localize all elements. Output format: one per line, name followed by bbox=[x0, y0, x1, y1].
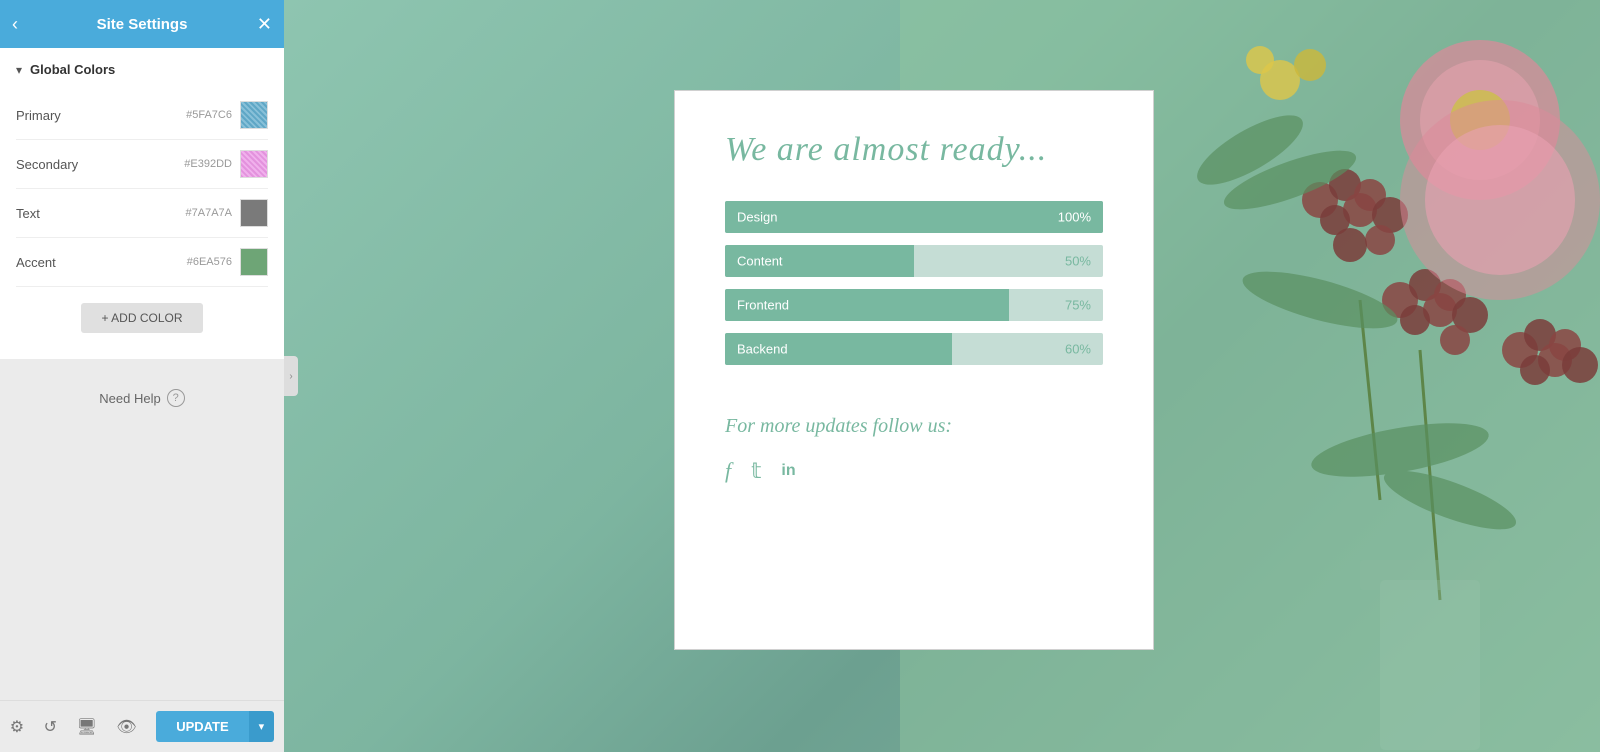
add-color-button[interactable]: + ADD COLOR bbox=[81, 303, 202, 333]
color-label-text: Text bbox=[16, 206, 186, 221]
progress-section: Design 100% Content 50% Fron bbox=[725, 201, 1103, 365]
progress-bar-bg-frontend: Frontend 75% bbox=[725, 289, 1103, 321]
linkedin-icon[interactable]: in bbox=[781, 462, 795, 480]
progress-item-backend: Backend 60% bbox=[725, 333, 1103, 365]
panel-footer: ⚙ ↺ 🖥 👁 UPDATE ▾ bbox=[0, 700, 284, 752]
close-button[interactable]: ✕ bbox=[257, 14, 272, 35]
facebook-icon[interactable]: f bbox=[725, 458, 731, 484]
progress-pct-design: 100% bbox=[1058, 210, 1091, 225]
panel-content: ▾ Global Colors Primary #5FA7C6 Secondar… bbox=[0, 48, 284, 359]
progress-item-frontend: Frontend 75% bbox=[725, 289, 1103, 321]
color-swatch-primary[interactable] bbox=[240, 101, 268, 129]
card-subtitle: For more updates follow us: bbox=[725, 415, 1103, 438]
card-content: We are almost ready... Design 100% Conte… bbox=[674, 90, 1154, 650]
site-preview-card: We are almost ready... Design 100% Conte… bbox=[674, 90, 1154, 650]
progress-bar-fill-design bbox=[725, 201, 1103, 233]
color-swatch-secondary[interactable] bbox=[240, 150, 268, 178]
color-hex-primary: #5FA7C6 bbox=[186, 109, 232, 121]
progress-pct-content: 50% bbox=[1065, 254, 1091, 269]
left-panel: ‹ Site Settings ✕ ▾ Global Colors Primar… bbox=[0, 0, 284, 752]
chevron-down-icon: ▾ bbox=[16, 63, 22, 77]
color-swatch-text[interactable] bbox=[240, 199, 268, 227]
monitor-icon[interactable]: 🖥 bbox=[77, 717, 97, 737]
update-dropdown-button[interactable]: ▾ bbox=[249, 711, 275, 742]
need-help[interactable]: Need Help ? bbox=[99, 389, 184, 407]
card-title: We are almost ready... bbox=[725, 131, 1103, 169]
section-title: Global Colors bbox=[30, 62, 115, 77]
settings-icon[interactable]: ⚙ bbox=[10, 717, 24, 737]
progress-pct-backend: 60% bbox=[1065, 342, 1091, 357]
progress-item-design: Design 100% bbox=[725, 201, 1103, 233]
panel-title: Site Settings bbox=[97, 16, 188, 33]
twitter-icon[interactable]: 𝕥 bbox=[751, 458, 761, 484]
help-icon[interactable]: ? bbox=[167, 389, 185, 407]
color-swatch-accent[interactable] bbox=[240, 248, 268, 276]
collapse-handle[interactable]: › bbox=[284, 356, 298, 396]
progress-label-content: Content bbox=[737, 254, 783, 269]
update-button-group: UPDATE ▾ bbox=[156, 711, 274, 742]
social-icons: f 𝕥 in bbox=[725, 458, 1103, 484]
color-row-text: Text #7A7A7A bbox=[16, 189, 268, 238]
progress-label-design: Design bbox=[737, 210, 777, 225]
progress-bar-bg-content: Content 50% bbox=[725, 245, 1103, 277]
history-icon[interactable]: ↺ bbox=[44, 717, 57, 737]
color-rows: Primary #5FA7C6 Secondary #E392DD Text #… bbox=[0, 91, 284, 287]
eye-icon[interactable]: 👁 bbox=[116, 717, 136, 737]
panel-header: ‹ Site Settings ✕ bbox=[0, 0, 284, 48]
color-row-primary: Primary #5FA7C6 bbox=[16, 91, 268, 140]
update-button[interactable]: UPDATE bbox=[156, 711, 248, 742]
color-label-secondary: Secondary bbox=[16, 157, 184, 172]
color-row-accent: Accent #6EA576 bbox=[16, 238, 268, 287]
progress-bar-bg-backend: Backend 60% bbox=[725, 333, 1103, 365]
color-hex-accent: #6EA576 bbox=[187, 256, 232, 268]
global-colors-section[interactable]: ▾ Global Colors bbox=[0, 48, 284, 91]
main-content: We are almost ready... Design 100% Conte… bbox=[284, 0, 1600, 752]
progress-label-frontend: Frontend bbox=[737, 298, 789, 313]
progress-pct-frontend: 75% bbox=[1065, 298, 1091, 313]
progress-item-content: Content 50% bbox=[725, 245, 1103, 277]
color-hex-text: #7A7A7A bbox=[186, 207, 232, 219]
color-row-secondary: Secondary #E392DD bbox=[16, 140, 268, 189]
color-label-primary: Primary bbox=[16, 108, 186, 123]
color-hex-secondary: #E392DD bbox=[184, 158, 232, 170]
chevron-left-icon: › bbox=[289, 371, 292, 382]
progress-bar-bg-design: Design 100% bbox=[725, 201, 1103, 233]
need-help-label: Need Help bbox=[99, 391, 160, 406]
back-button[interactable]: ‹ bbox=[12, 14, 18, 35]
progress-label-backend: Backend bbox=[737, 342, 788, 357]
panel-bottom: Need Help ? bbox=[0, 359, 284, 700]
color-label-accent: Accent bbox=[16, 255, 187, 270]
